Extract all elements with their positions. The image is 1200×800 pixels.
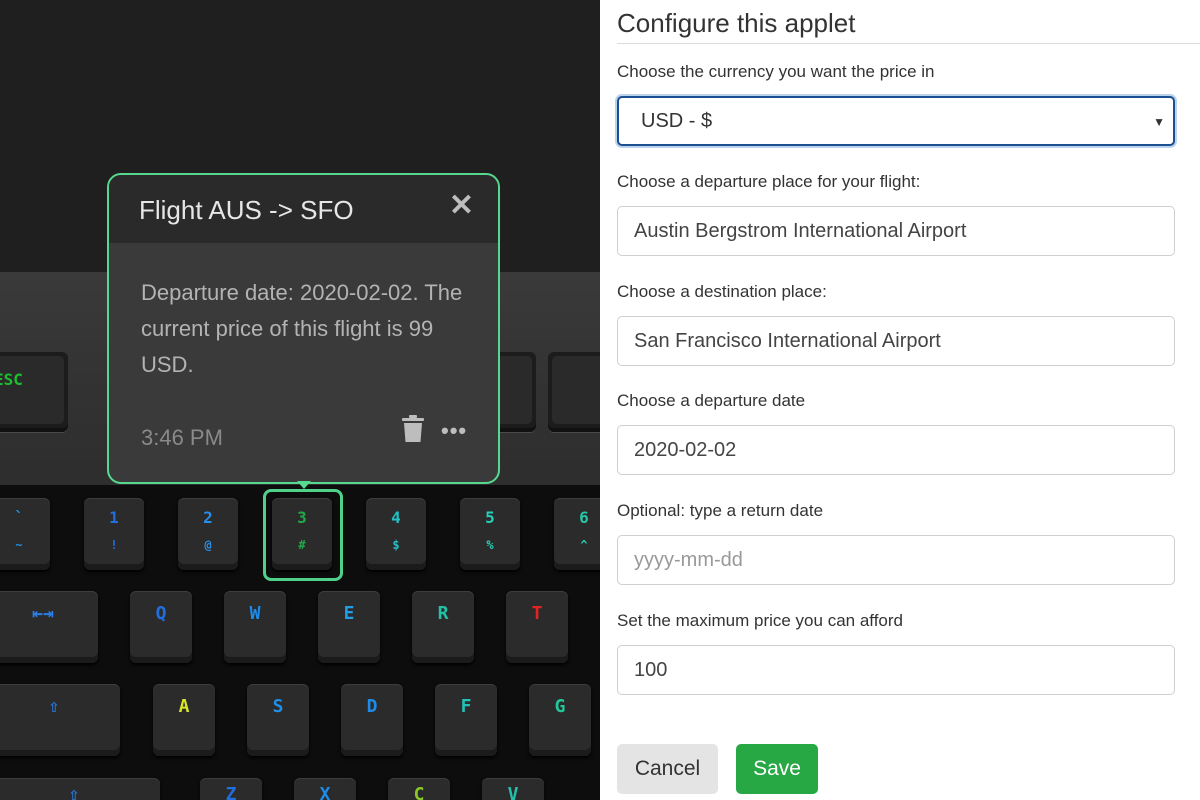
key-z[interactable]: Z [200, 778, 262, 800]
departure-date-input[interactable] [617, 425, 1175, 475]
key-primary: C [413, 784, 425, 800]
key-primary: ⇤⇥ [32, 603, 54, 624]
key-primary: A [178, 696, 190, 717]
currency-select[interactable]: USD - $ ▼ [617, 96, 1175, 146]
key-a[interactable]: A [153, 684, 215, 756]
key-x[interactable]: X [294, 778, 356, 800]
key-v[interactable]: V [482, 778, 544, 800]
max-price-input[interactable] [617, 645, 1175, 695]
destination-label: Choose a destination place: [617, 282, 827, 301]
config-title: Configure this applet [617, 8, 856, 38]
key-primary: ⇧ [68, 784, 80, 800]
departure-label: Choose a departure place for your flight… [617, 172, 921, 191]
key-secondary: ^ [580, 538, 588, 552]
key-c[interactable]: C [388, 778, 450, 800]
popup-message: Departure date: 2020-02-02. The current … [141, 280, 463, 377]
key-6[interactable]: 6 ^ [554, 498, 600, 570]
key-primary: 1 [109, 508, 119, 527]
key-primary: G [554, 696, 566, 717]
departure-date-label: Choose a departure date [617, 391, 806, 410]
key-primary: W [249, 603, 261, 624]
key-primary: Z [225, 784, 237, 800]
chevron-down-icon: ▼ [1153, 115, 1165, 129]
key-primary: 4 [391, 508, 401, 527]
key-d[interactable]: D [341, 684, 403, 756]
key-backtick[interactable]: ` ~ [0, 498, 50, 570]
key-primary: R [437, 603, 449, 624]
key-secondary: % [486, 538, 494, 552]
key-s[interactable]: S [247, 684, 309, 756]
key-w[interactable]: W [224, 591, 286, 663]
key-q[interactable]: Q [130, 591, 192, 663]
currency-label: Choose the currency you want the price i… [617, 62, 935, 81]
key-function[interactable] [548, 352, 600, 432]
key-secondary: @ [204, 538, 212, 552]
title-divider [617, 43, 1200, 44]
key-2[interactable]: 2 @ [178, 498, 238, 570]
key-esc-label: ESC [0, 370, 23, 389]
cancel-button[interactable]: Cancel [617, 744, 718, 794]
key-t[interactable]: T [506, 591, 568, 663]
key-capslock[interactable]: ⇧ [0, 684, 120, 756]
key-primary: 6 [579, 508, 589, 527]
key-primary: S [272, 696, 284, 717]
config-panel: Configure this applet Choose the currenc… [600, 0, 1200, 800]
key-secondary: $ [392, 538, 400, 552]
popup-timestamp: 3:46 PM [141, 425, 223, 450]
key-primary: T [531, 603, 543, 624]
key-tab[interactable]: ⇤⇥ [0, 591, 98, 663]
key-f[interactable]: F [435, 684, 497, 756]
key-primary: F [460, 696, 472, 717]
popup-title: Flight AUS -> SFO [139, 195, 354, 225]
more-options-icon[interactable]: ••• [441, 418, 467, 444]
key-primary: 2 [203, 508, 213, 527]
key-r[interactable]: R [412, 591, 474, 663]
key-primary: ` [14, 508, 24, 527]
keyboard-background: ESC ` ~ 1 ! 2 @ 3 # 4 $ 5 % 6 ^ ⇤⇥ Q W E [0, 0, 600, 800]
key-primary: 5 [485, 508, 495, 527]
trash-icon[interactable] [401, 415, 425, 443]
save-button[interactable]: Save [736, 744, 818, 794]
departure-input[interactable] [617, 206, 1175, 256]
close-icon[interactable]: ✕ [449, 191, 474, 221]
key-primary: X [319, 784, 331, 800]
key-primary: V [507, 784, 519, 800]
selected-key-highlight [263, 489, 343, 581]
key-primary: ⇧ [48, 696, 60, 717]
return-date-label: Optional: type a return date [617, 501, 824, 520]
key-shift[interactable]: ⇧ [0, 778, 160, 800]
flight-popup: Flight AUS -> SFO ✕ Departure date: 2020… [107, 173, 500, 484]
popup-pointer [297, 481, 311, 489]
key-primary: Q [155, 603, 167, 624]
max-price-label: Set the maximum price you can afford [617, 611, 903, 630]
key-primary: E [343, 603, 355, 624]
destination-input[interactable] [617, 316, 1175, 366]
return-date-input[interactable] [617, 535, 1175, 585]
key-e[interactable]: E [318, 591, 380, 663]
key-esc[interactable]: ESC [0, 352, 68, 432]
currency-selected-value: USD - $ [641, 109, 713, 132]
key-secondary: ! [110, 538, 118, 552]
key-4[interactable]: 4 $ [366, 498, 426, 570]
key-5[interactable]: 5 % [460, 498, 520, 570]
key-secondary: ~ [15, 538, 23, 552]
popup-header: Flight AUS -> SFO ✕ [109, 175, 498, 243]
key-primary: D [366, 696, 378, 717]
key-g[interactable]: G [529, 684, 591, 756]
key-1[interactable]: 1 ! [84, 498, 144, 570]
